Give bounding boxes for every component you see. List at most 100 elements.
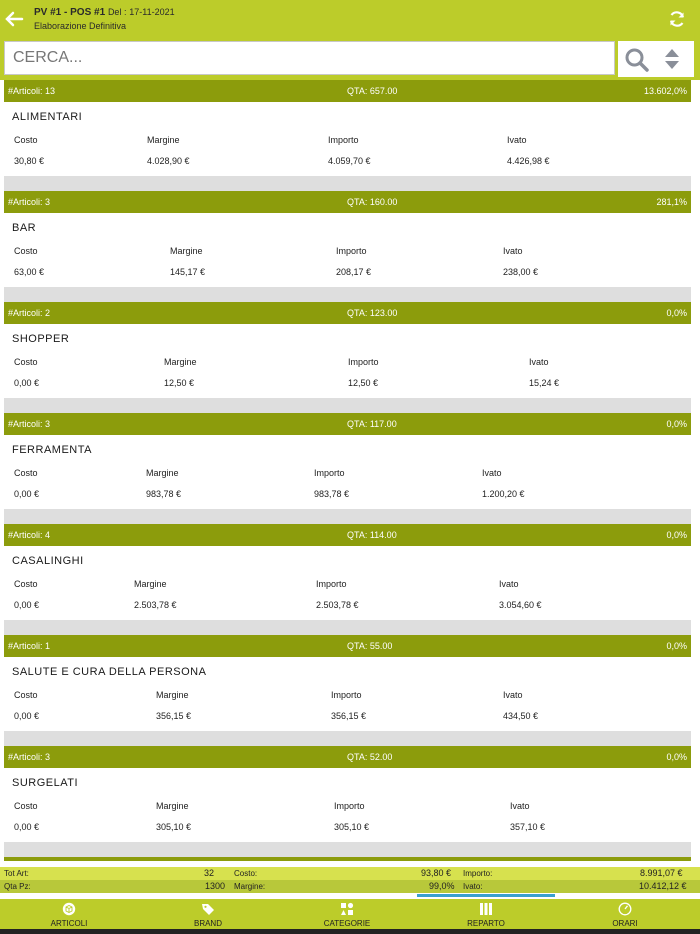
ivato-value: 238,00 € bbox=[503, 267, 539, 277]
margine-label: Margine bbox=[134, 579, 167, 589]
group-header-bar: #Articoli: 3 QTA: 52.00 0,0% bbox=[4, 746, 691, 768]
margine-value: 2.503,78 € bbox=[134, 600, 177, 610]
articoli-count: #Articoli: 3 bbox=[8, 752, 51, 762]
group-header-bar: #Articoli: 2 QTA: 123.00 0,0% bbox=[4, 302, 691, 324]
importo-value: 8.991,07 € bbox=[640, 868, 683, 878]
reparto-name: SHOPPER bbox=[12, 333, 70, 345]
costo-label: Costo: bbox=[234, 869, 258, 878]
group-header-bar: #Articoli: 3 QTA: 117.00 0,0% bbox=[4, 413, 691, 435]
qta-label: Qta Pz: bbox=[4, 882, 31, 891]
categories-icon bbox=[341, 902, 354, 915]
reparto-group[interactable]: #Articoli: 2 QTA: 123.00 0,0% SHOPPER Costo 0… bbox=[4, 302, 691, 413]
qta-total: QTA: 52.00 bbox=[347, 752, 393, 762]
costo-label: Costo bbox=[14, 135, 38, 145]
ivato-value: 1.200,20 € bbox=[482, 489, 525, 499]
margine-value: 983,78 € bbox=[146, 489, 182, 499]
ivato-label: Ivato bbox=[510, 801, 530, 811]
margine-label: Margine bbox=[146, 468, 179, 478]
ivato-value: 10.412,12 € bbox=[639, 881, 687, 891]
refresh-button[interactable] bbox=[668, 10, 686, 28]
group-body: SURGELATI Costo 0,00 € Margine 305,10 € Impor… bbox=[4, 768, 691, 842]
ivato-label: Ivato bbox=[529, 357, 549, 367]
tot-art-value: 32 bbox=[204, 868, 215, 878]
reparto-group[interactable]: #Articoli: 3 QTA: 52.00 0,0% SURGELATI Costo… bbox=[4, 746, 691, 857]
margine-value: 145,17 € bbox=[170, 267, 206, 277]
costo-label: Costo bbox=[14, 468, 38, 478]
margine-value: 356,15 € bbox=[156, 711, 192, 721]
ivato-label: Ivato: bbox=[463, 882, 483, 891]
qta-value: 1300 bbox=[205, 881, 226, 891]
search-icon bbox=[625, 48, 649, 72]
reparto-group[interactable]: #Articoli: 1 QTA: 55.00 0,0% SALUTE E CURA … bbox=[4, 635, 691, 746]
margine-value: 305,10 € bbox=[156, 822, 192, 832]
group-separator bbox=[4, 620, 691, 635]
reparto-name: ALIMENTARI bbox=[12, 111, 83, 123]
qta-total: QTA: 114.00 bbox=[347, 530, 397, 540]
articoli-count: #Articoli: 3 bbox=[8, 419, 51, 429]
costo-value: 0,00 € bbox=[14, 600, 40, 610]
margine-label: Margine bbox=[156, 801, 189, 811]
ivato-value: 357,10 € bbox=[510, 822, 546, 832]
reparto-name: SALUTE E CURA DELLA PERSONA bbox=[12, 666, 207, 678]
percentage: 0,0% bbox=[666, 419, 687, 429]
group-body: SHOPPER Costo 0,00 € Margine 12,50 € Importo 1… bbox=[4, 324, 691, 398]
group-body: ALIMENTARI Costo 30,80 € Margine 4.028,90 € I… bbox=[4, 102, 691, 176]
reparto-group[interactable]: #Articoli: 3 QTA: 117.00 0,0% FERRAMENTA Cos… bbox=[4, 413, 691, 524]
margine-value: 4.028,90 € bbox=[147, 156, 190, 166]
search-button[interactable] bbox=[624, 47, 650, 78]
back-button[interactable] bbox=[4, 8, 24, 30]
page-subtitle: Elaborazione Definitiva bbox=[34, 21, 127, 31]
search-input[interactable] bbox=[5, 42, 614, 74]
costo-label: Costo bbox=[14, 357, 38, 367]
qta-total: QTA: 160.00 bbox=[347, 197, 398, 207]
totals-row-2: Qta Pz: 1300 Margine: 99,0% Ivato: 10.41… bbox=[0, 880, 700, 893]
sort-button[interactable] bbox=[664, 48, 680, 75]
costo-value: 93,80 € bbox=[421, 868, 452, 878]
app-header: PV #1 - POS #1 Del : 17-11-2021 Elaboraz… bbox=[0, 0, 700, 38]
costo-label: Costo bbox=[14, 690, 38, 700]
date-value: 17-11-2021 bbox=[129, 7, 175, 17]
reparto-group[interactable]: #Articoli: 13 QTA: 657.00 13.602,0% ALIMENT… bbox=[4, 80, 691, 191]
importo-value: 12,50 € bbox=[348, 378, 379, 388]
group-body: SALUTE E CURA DELLA PERSONA Costo 0,00 € Ma… bbox=[4, 657, 691, 731]
costo-label: Costo bbox=[14, 579, 38, 589]
tot-art-label: Tot Art: bbox=[4, 869, 29, 878]
group-header-bar: #Articoli: 4 QTA: 114.00 0,0% bbox=[4, 524, 691, 546]
costo-value: 30,80 € bbox=[14, 156, 45, 166]
percentage: 0,0% bbox=[666, 752, 687, 762]
margine-label: Margine bbox=[170, 246, 203, 256]
group-header-bar: #Articoli: 3 QTA: 160.00 281,1% bbox=[4, 191, 691, 213]
tab-label: CATEGORIE bbox=[323, 919, 371, 928]
ivato-value: 434,50 € bbox=[503, 711, 539, 721]
group-header-bar: #Articoli: 1 QTA: 55.00 0,0% bbox=[4, 635, 691, 657]
refresh-icon bbox=[669, 11, 685, 27]
articoli-count: #Articoli: 13 bbox=[8, 86, 56, 96]
totals-panel: Tot Art: 32 Costo: 93,80 € Importo: 8.99… bbox=[0, 866, 700, 893]
ivato-value: 4.426,98 € bbox=[507, 156, 550, 166]
importo-value: 983,78 € bbox=[314, 489, 350, 499]
reparto-name: CASALINGHI bbox=[12, 555, 84, 567]
group-separator bbox=[4, 176, 691, 191]
reparto-group[interactable]: #Articoli: 4 QTA: 114.00 0,0% CASALINGHI Cos… bbox=[4, 524, 691, 635]
tab-label: ARTICOLI bbox=[50, 919, 88, 928]
page-title: PV #1 - POS #1 Del : 17-11-2021 bbox=[34, 7, 175, 18]
reparto-name: BAR bbox=[12, 222, 37, 234]
ivato-value: 3.054,60 € bbox=[499, 600, 542, 610]
search-actions bbox=[618, 41, 694, 77]
tab-label: REPARTO bbox=[467, 919, 505, 928]
ivato-label: Ivato bbox=[507, 135, 527, 145]
importo-label: Importo: bbox=[463, 869, 493, 878]
percentage: 13.602,0% bbox=[643, 86, 687, 96]
group-body: BAR Costo 63,00 € Margine 145,17 € Importo 208… bbox=[4, 213, 691, 287]
margine-label: Margine bbox=[164, 357, 197, 367]
costo-value: 0,00 € bbox=[14, 822, 40, 832]
importo-value: 2.503,78 € bbox=[316, 600, 359, 610]
tab-label: BRAND bbox=[193, 919, 222, 928]
reparto-name: FERRAMENTA bbox=[12, 444, 92, 456]
importo-value: 356,15 € bbox=[331, 711, 367, 721]
costo-label: Costo bbox=[14, 801, 38, 811]
reparto-group[interactable]: #Articoli: 3 QTA: 160.00 281,1% BAR Costo 63,… bbox=[4, 191, 691, 302]
reparto-list[interactable]: #Articoli: 13 QTA: 657.00 13.602,0% ALIMENT… bbox=[4, 80, 691, 866]
tab-label: ORARI bbox=[612, 919, 638, 928]
ivato-label: Ivato bbox=[482, 468, 502, 478]
